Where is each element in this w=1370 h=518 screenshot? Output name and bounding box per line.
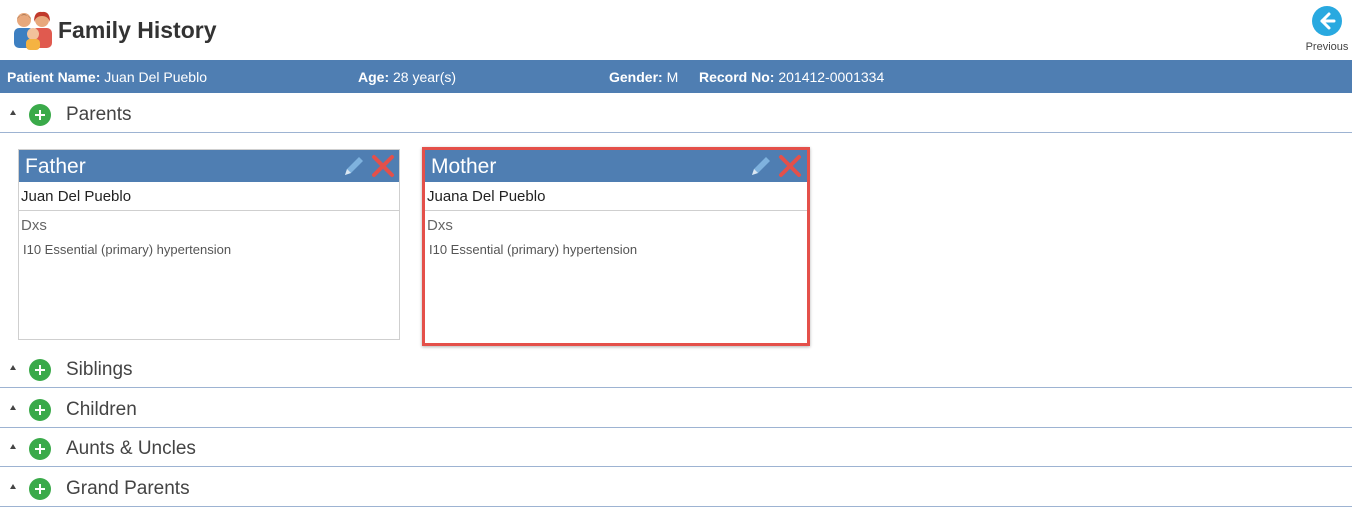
plus-circle-icon[interactable]	[29, 438, 51, 460]
arrow-left-icon[interactable]	[1312, 6, 1342, 36]
caret-up-icon[interactable]	[10, 444, 16, 449]
relative-card-father[interactable]: Father Juan Del Pueblo Dxs I10 Essential…	[18, 149, 400, 340]
section-label: Grand Parents	[66, 478, 190, 499]
plus-circle-icon[interactable]	[29, 359, 51, 381]
dxs-label: Dxs	[427, 217, 453, 234]
patient-record-label: Record No:	[699, 69, 775, 85]
card-header: Mother	[425, 150, 807, 182]
patient-name-label: Patient Name:	[7, 69, 101, 85]
card-relation: Mother	[431, 155, 497, 178]
patient-age-value: 28 year(s)	[393, 69, 457, 85]
section-label: Children	[66, 399, 137, 420]
patient-info-bar: Patient Name: Juan Del Pueblo Age: 28 ye…	[0, 60, 1352, 93]
patient-age-field: Age: 28 year(s)	[358, 69, 456, 85]
caret-up-icon[interactable]	[10, 405, 16, 410]
relative-name: Juana Del Pueblo	[425, 182, 807, 211]
plus-circle-icon[interactable]	[29, 478, 51, 500]
previous-button[interactable]: Previous	[1296, 4, 1358, 56]
caret-up-icon[interactable]	[10, 110, 16, 115]
diagnosis-item: I10 Essential (primary) hypertension	[429, 242, 638, 257]
patient-gender-value: M	[666, 69, 679, 85]
section-label: Aunts & Uncles	[66, 438, 196, 459]
section-label: Parents	[66, 104, 132, 125]
plus-circle-icon[interactable]	[29, 104, 51, 126]
section-label: Siblings	[66, 359, 133, 380]
previous-label[interactable]: Previous	[1296, 41, 1358, 53]
pencil-icon[interactable]	[749, 154, 773, 178]
pencil-icon[interactable]	[342, 154, 366, 178]
patient-gender-field: Gender: M	[609, 69, 678, 85]
patient-record-field: Record No: 201412-0001334	[699, 69, 884, 85]
patient-record-value: 201412-0001334	[778, 69, 885, 85]
section-children[interactable]: Children	[0, 391, 1352, 428]
section-grand-parents[interactable]: Grand Parents	[0, 470, 1352, 507]
page-header: Family History Previous	[0, 0, 1370, 60]
family-icon	[14, 11, 52, 50]
patient-name-field: Patient Name: Juan Del Pueblo	[7, 69, 207, 85]
section-parents[interactable]: Parents	[0, 96, 1352, 133]
section-siblings[interactable]: Siblings	[0, 351, 1352, 388]
patient-age-label: Age:	[358, 69, 390, 85]
card-relation: Father	[25, 155, 86, 178]
card-header: Father	[19, 150, 399, 182]
plus-circle-icon[interactable]	[29, 399, 51, 421]
diagnosis-item: I10 Essential (primary) hypertension	[23, 242, 232, 257]
caret-up-icon[interactable]	[10, 484, 16, 489]
caret-up-icon[interactable]	[10, 365, 16, 370]
relative-card-mother[interactable]: Mother Juana Del Pueblo Dxs I10 Essentia…	[422, 147, 810, 346]
relative-name: Juan Del Pueblo	[19, 182, 399, 211]
page-title: Family History	[58, 17, 217, 43]
dxs-label: Dxs	[21, 217, 47, 234]
patient-gender-label: Gender:	[609, 69, 663, 85]
patient-name-value: Juan Del Pueblo	[104, 69, 207, 85]
close-icon[interactable]	[371, 154, 395, 178]
close-icon[interactable]	[778, 154, 802, 178]
section-aunts-uncles[interactable]: Aunts & Uncles	[0, 430, 1352, 467]
